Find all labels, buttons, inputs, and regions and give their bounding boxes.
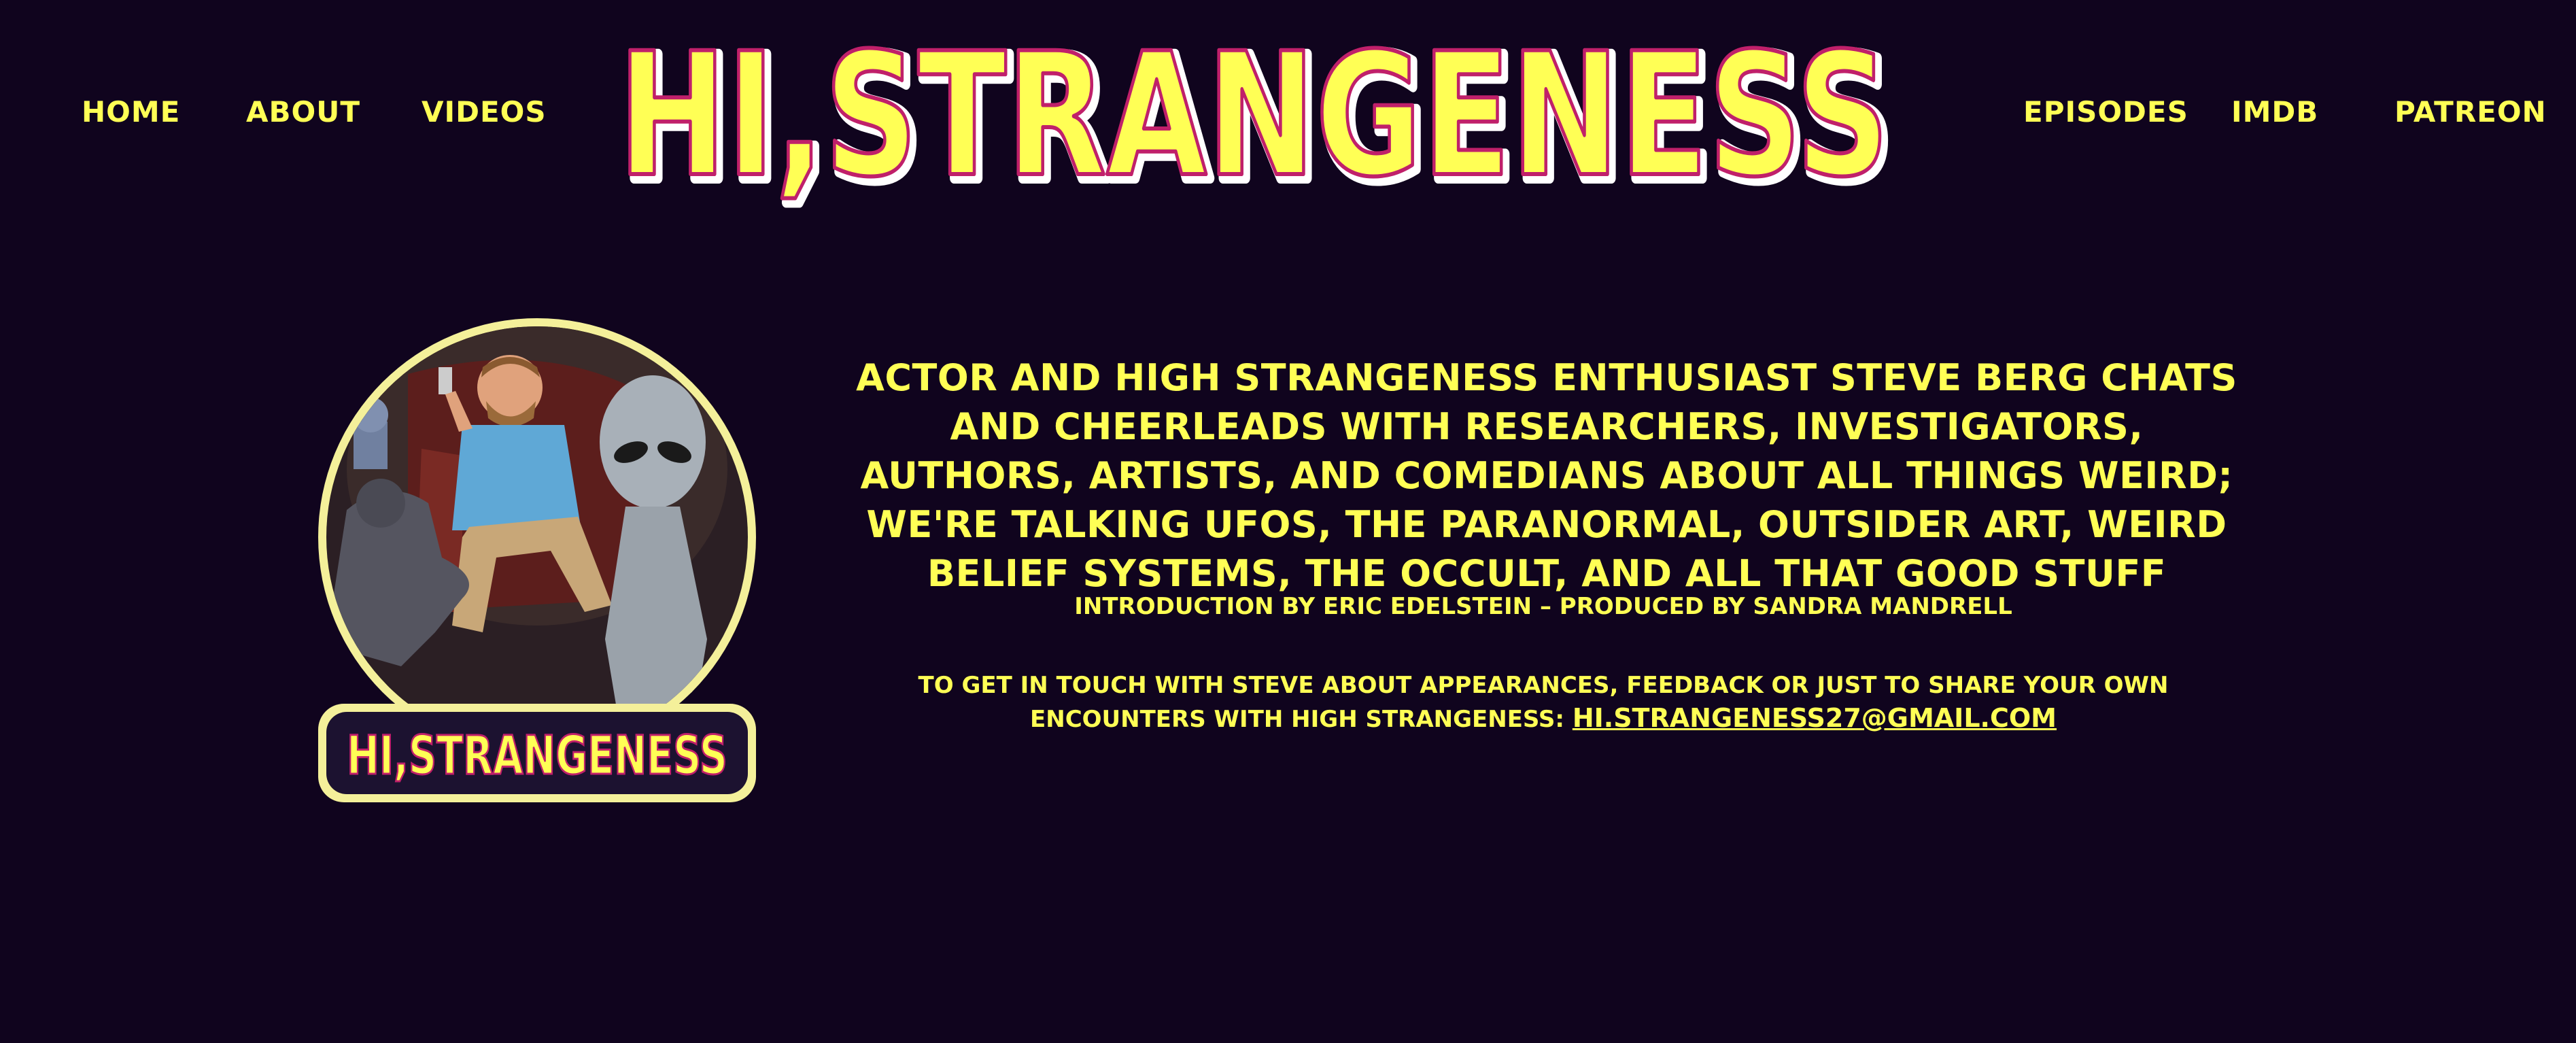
nav-videos[interactable]: VIDEOS <box>422 95 547 129</box>
credits-line: INTRODUCTION BY ERIC EDELSTEIN – PRODUCE… <box>1074 593 2012 620</box>
podcast-avatar: HI,STRANGENESS <box>306 313 768 816</box>
man-shirt <box>452 425 581 530</box>
contact-email-link[interactable]: HI.STRANGENESS27@GMAIL.COM <box>1573 703 2057 733</box>
nav-home[interactable]: HOME <box>82 95 180 129</box>
site-logo-text: HI,STRANGENESS <box>618 20 1889 214</box>
site-logo[interactable]: HI,STRANGENESS HI,STRANGENESS <box>612 20 1904 218</box>
nav-about[interactable]: ABOUT <box>246 95 360 129</box>
nav-patreon[interactable]: PATREON <box>2394 95 2547 129</box>
podcast-avatar-graphic: HI,STRANGENESS <box>318 318 756 802</box>
alien-head <box>600 375 706 509</box>
show-description: ACTOR AND HIGH STRANGENESS ENTHUSIAST ST… <box>856 356 2237 595</box>
site-logo-graphic: HI,STRANGENESS HI,STRANGENESS <box>616 20 1899 218</box>
nav-imdb[interactable]: IMDB <box>2231 95 2318 129</box>
nav-episodes[interactable]: EPISODES <box>2023 95 2188 129</box>
contact-info: TO GET IN TOUCH WITH STEVE ABOUT APPEARA… <box>918 669 2169 736</box>
avatar-badge-text: HI,STRANGENESS <box>347 725 727 787</box>
